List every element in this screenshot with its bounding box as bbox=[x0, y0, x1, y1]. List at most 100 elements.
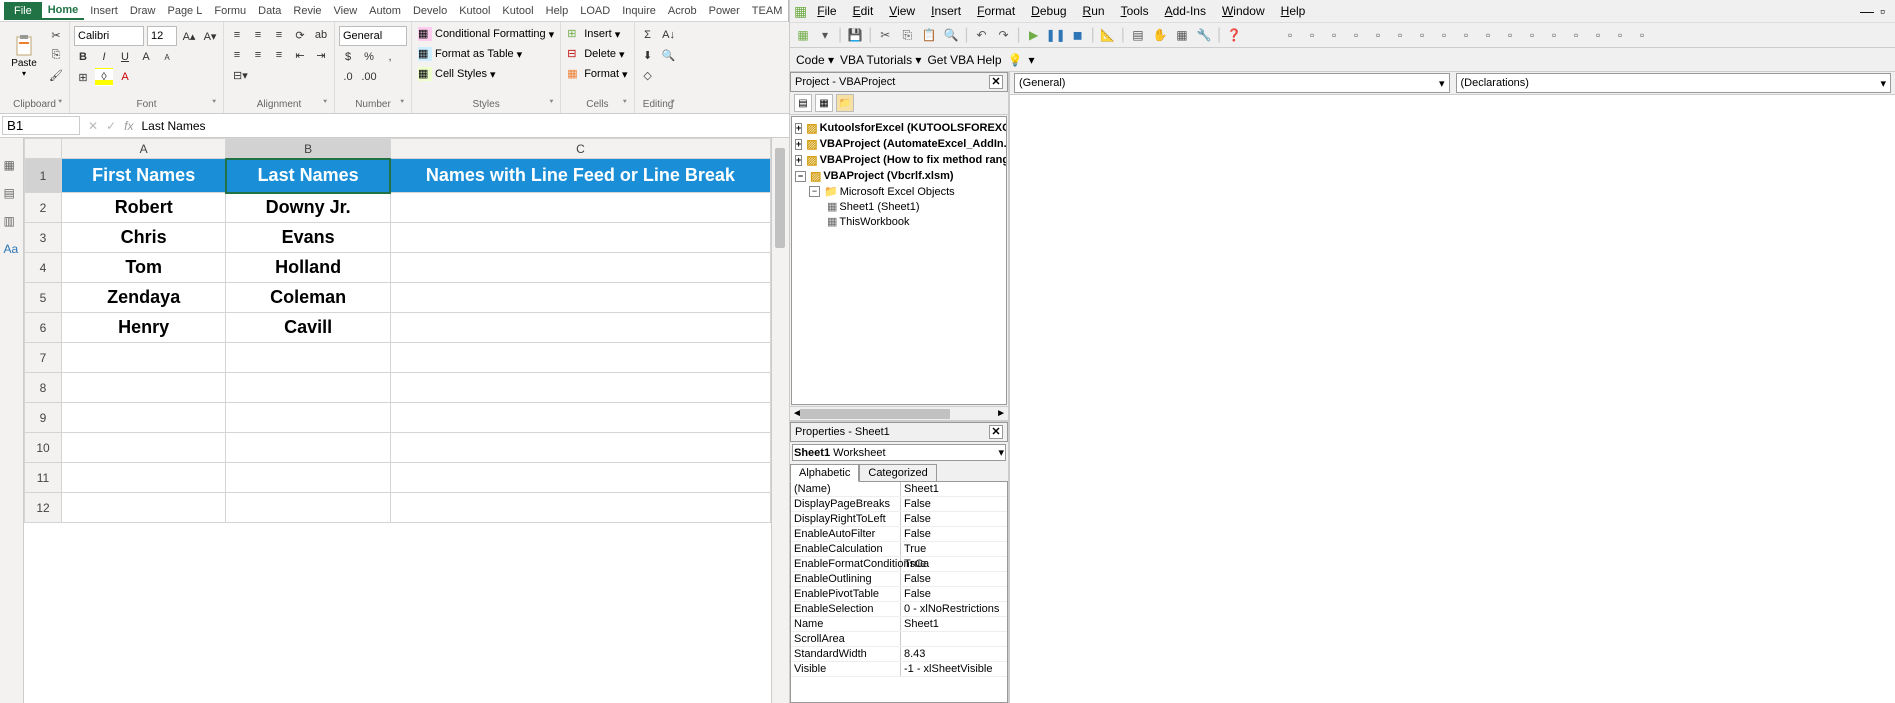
vba-menu-insert[interactable]: Insert bbox=[923, 2, 969, 20]
cut-icon[interactable]: ✂ bbox=[876, 26, 894, 44]
vba-menu-tools[interactable]: Tools bbox=[1113, 2, 1157, 20]
code-menu[interactable]: Code ▾ bbox=[796, 53, 834, 67]
delete-cells-button[interactable]: ⊟Delete ▾ bbox=[565, 46, 629, 62]
properties-panel-close-button[interactable]: ✕ bbox=[989, 425, 1003, 439]
get-vba-help-button[interactable]: Get VBA Help bbox=[927, 53, 1001, 67]
ribbon-tab-kutool[interactable]: Kutool bbox=[453, 3, 496, 19]
page-layout-view-icon[interactable]: ▥ bbox=[4, 214, 20, 230]
cell-C8[interactable] bbox=[390, 373, 770, 403]
paste-button[interactable]: Paste ▾ bbox=[4, 26, 44, 86]
row-header-7[interactable]: 7 bbox=[25, 343, 62, 373]
property-row[interactable]: DisplayPageBreaksFalse bbox=[791, 497, 1007, 512]
number-format-combo[interactable] bbox=[339, 26, 407, 46]
cell-B5[interactable]: Coleman bbox=[226, 283, 390, 313]
accounting-button[interactable]: $ bbox=[339, 48, 357, 66]
paste-icon[interactable]: 📋 bbox=[920, 26, 938, 44]
format-cells-button[interactable]: ▦Format ▾ bbox=[565, 66, 629, 82]
tb2-icon6[interactable]: ▫ bbox=[1391, 26, 1409, 44]
toolbox-icon[interactable]: 🔧 bbox=[1195, 26, 1213, 44]
property-row[interactable]: EnableSelection0 - xlNoRestrictions bbox=[791, 602, 1007, 617]
tb2-icon17[interactable]: ▫ bbox=[1633, 26, 1651, 44]
code-object-combo[interactable]: (General)▾ bbox=[1014, 73, 1450, 93]
view-excel-icon[interactable]: ▦ bbox=[794, 26, 812, 44]
property-value[interactable]: False bbox=[901, 512, 1007, 526]
ribbon-tab-insert[interactable]: Insert bbox=[84, 3, 124, 19]
col-header-B[interactable]: B bbox=[226, 139, 390, 159]
property-value[interactable]: Sheet1 bbox=[901, 617, 1007, 631]
vba-menu-help[interactable]: Help bbox=[1273, 2, 1314, 20]
custom-views-icon[interactable]: Aa bbox=[4, 242, 20, 258]
align-bottom-button[interactable]: ≡ bbox=[270, 26, 288, 44]
align-top-button[interactable]: ≡ bbox=[228, 26, 246, 44]
vba-menu-run[interactable]: Run bbox=[1075, 2, 1113, 20]
select-all-corner[interactable] bbox=[25, 139, 62, 159]
vba-menu-format[interactable]: Format bbox=[969, 2, 1023, 20]
cut-button[interactable]: ✂ bbox=[47, 26, 65, 44]
fill-button[interactable]: ⬇ bbox=[639, 46, 657, 64]
vba-menu-file[interactable]: File bbox=[809, 2, 844, 20]
cell-styles-button[interactable]: ▦Cell Styles ▾ bbox=[416, 66, 556, 82]
project-tree-hscroll[interactable]: ◄► bbox=[790, 406, 1008, 420]
tb2-icon2[interactable]: ▫ bbox=[1303, 26, 1321, 44]
find-icon[interactable]: 🔍 bbox=[942, 26, 960, 44]
project-panel-close-button[interactable]: ✕ bbox=[989, 75, 1003, 89]
cell-A9[interactable] bbox=[61, 403, 225, 433]
property-value[interactable]: False bbox=[901, 572, 1007, 586]
fx-icon[interactable]: fx bbox=[124, 119, 133, 133]
property-value[interactable]: -1 - xlSheetVisible bbox=[901, 662, 1007, 676]
properties-icon[interactable]: ✋ bbox=[1151, 26, 1169, 44]
ribbon-tab-data[interactable]: Data bbox=[252, 3, 287, 19]
property-row[interactable]: DisplayRightToLeftFalse bbox=[791, 512, 1007, 527]
vba-menu-edit[interactable]: Edit bbox=[845, 2, 882, 20]
ribbon-tab-view[interactable]: View bbox=[328, 3, 364, 19]
property-row[interactable]: EnableAutoFilterFalse bbox=[791, 527, 1007, 542]
tree-node[interactable]: +▨VBAProject (How to fix method range of bbox=[795, 152, 1003, 168]
font-size-combo[interactable] bbox=[147, 26, 177, 46]
ribbon-tab-revie[interactable]: Revie bbox=[287, 3, 327, 19]
tb2-icon10[interactable]: ▫ bbox=[1479, 26, 1497, 44]
ribbon-tab-pagel[interactable]: Page L bbox=[161, 3, 208, 19]
row-header-8[interactable]: 8 bbox=[25, 373, 62, 403]
vba-menu-add-ins[interactable]: Add-Ins bbox=[1157, 2, 1214, 20]
align-right-button[interactable]: ≡ bbox=[270, 46, 288, 64]
header-cell-C[interactable]: Names with Line Feed or Line Break bbox=[390, 159, 770, 193]
cell-C3[interactable] bbox=[390, 223, 770, 253]
row-header-2[interactable]: 2 bbox=[25, 193, 62, 223]
sort-filter-button[interactable]: A↓ bbox=[660, 26, 678, 44]
row-header-4[interactable]: 4 bbox=[25, 253, 62, 283]
wrap-text-button[interactable]: ab bbox=[312, 26, 330, 44]
excel-app-icon[interactable]: ▦ bbox=[794, 3, 807, 20]
font-name-combo[interactable] bbox=[74, 26, 144, 46]
decrease-font-button[interactable]: A▾ bbox=[201, 27, 219, 45]
cell-C6[interactable] bbox=[390, 313, 770, 343]
underline-button[interactable]: U bbox=[116, 48, 134, 66]
row-header-5[interactable]: 5 bbox=[25, 283, 62, 313]
increase-font-button[interactable]: A▴ bbox=[180, 27, 198, 45]
comma-button[interactable]: , bbox=[381, 48, 399, 66]
property-row[interactable]: ScrollArea bbox=[791, 632, 1007, 647]
view-code-icon[interactable]: ▤ bbox=[794, 94, 812, 112]
vba-menu-debug[interactable]: Debug bbox=[1023, 2, 1074, 20]
tb2-icon15[interactable]: ▫ bbox=[1589, 26, 1607, 44]
find-button[interactable]: 🔍 bbox=[660, 46, 678, 64]
cell-C9[interactable] bbox=[390, 403, 770, 433]
cell-A12[interactable] bbox=[61, 493, 225, 523]
tb2-icon4[interactable]: ▫ bbox=[1347, 26, 1365, 44]
page-break-view-icon[interactable]: ▤ bbox=[4, 186, 20, 202]
enter-formula-icon[interactable]: ✓ bbox=[106, 119, 116, 133]
tree-node[interactable]: −▨VBAProject (Vbcrlf.xlsm) bbox=[795, 168, 1003, 184]
format-painter-button[interactable]: 🖌 bbox=[47, 66, 65, 84]
vba-menu-window[interactable]: Window bbox=[1214, 2, 1273, 20]
property-row[interactable]: EnableFormatConditionsCaTrue bbox=[791, 557, 1007, 572]
property-value[interactable]: Sheet1 bbox=[901, 482, 1007, 496]
header-cell-B[interactable]: Last Names bbox=[226, 159, 390, 193]
cell-B11[interactable] bbox=[226, 463, 390, 493]
property-value[interactable] bbox=[901, 632, 1007, 646]
copy-button[interactable]: ⎘ bbox=[47, 46, 65, 64]
code-procedure-combo[interactable]: (Declarations)▾ bbox=[1456, 73, 1892, 93]
tb2-icon11[interactable]: ▫ bbox=[1501, 26, 1519, 44]
borders-button[interactable]: ⊞ bbox=[74, 68, 92, 86]
tb2-icon12[interactable]: ▫ bbox=[1523, 26, 1541, 44]
vba-tutorials-menu[interactable]: VBA Tutorials ▾ bbox=[840, 53, 921, 67]
ribbon-tab-file[interactable]: File bbox=[4, 2, 42, 20]
